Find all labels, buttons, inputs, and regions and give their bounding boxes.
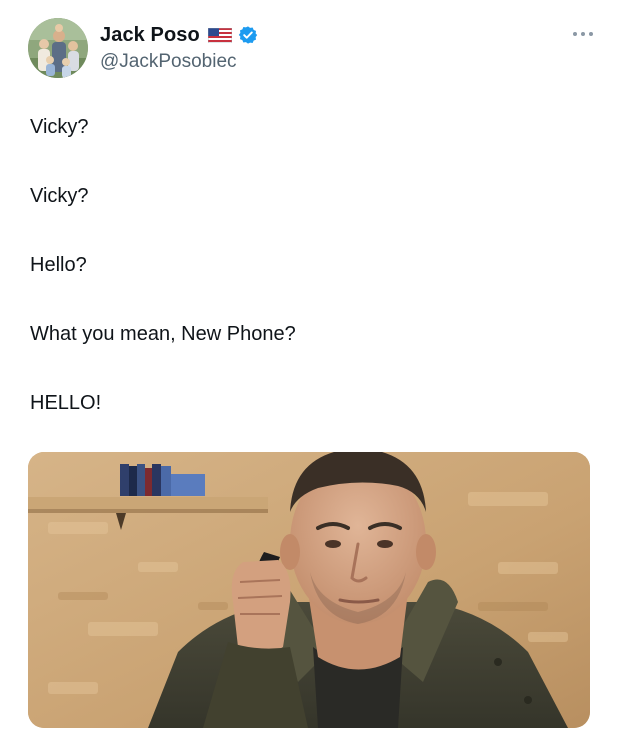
author-handle[interactable]: @JackPosobiec xyxy=(100,51,258,73)
avatar[interactable] xyxy=(28,18,88,78)
tweet-card: Jack Poso @JackPosobiec Vicky? Vicky? He… xyxy=(0,0,618,750)
tweet-text-line: What you mean, New Phone? xyxy=(30,323,296,345)
tweet-media-image[interactable] xyxy=(28,452,590,728)
tweet-text-line: Vicky? xyxy=(30,116,89,138)
author-names: Jack Poso @JackPosobiec xyxy=(100,22,258,73)
more-options-icon[interactable] xyxy=(570,26,596,36)
tweet-text-line: Vicky? xyxy=(30,185,89,207)
photo-image xyxy=(28,452,590,728)
avatar-image xyxy=(28,18,88,78)
tweet-text-line: Hello? xyxy=(30,254,87,276)
display-name-row: Jack Poso xyxy=(100,22,258,48)
tweet-text-line: HELLO! xyxy=(30,392,102,414)
us-flag-icon xyxy=(207,27,233,44)
verified-badge-icon xyxy=(238,25,258,45)
display-name[interactable]: Jack Poso xyxy=(100,24,200,47)
tweet-header: Jack Poso @JackPosobiec xyxy=(28,18,593,82)
